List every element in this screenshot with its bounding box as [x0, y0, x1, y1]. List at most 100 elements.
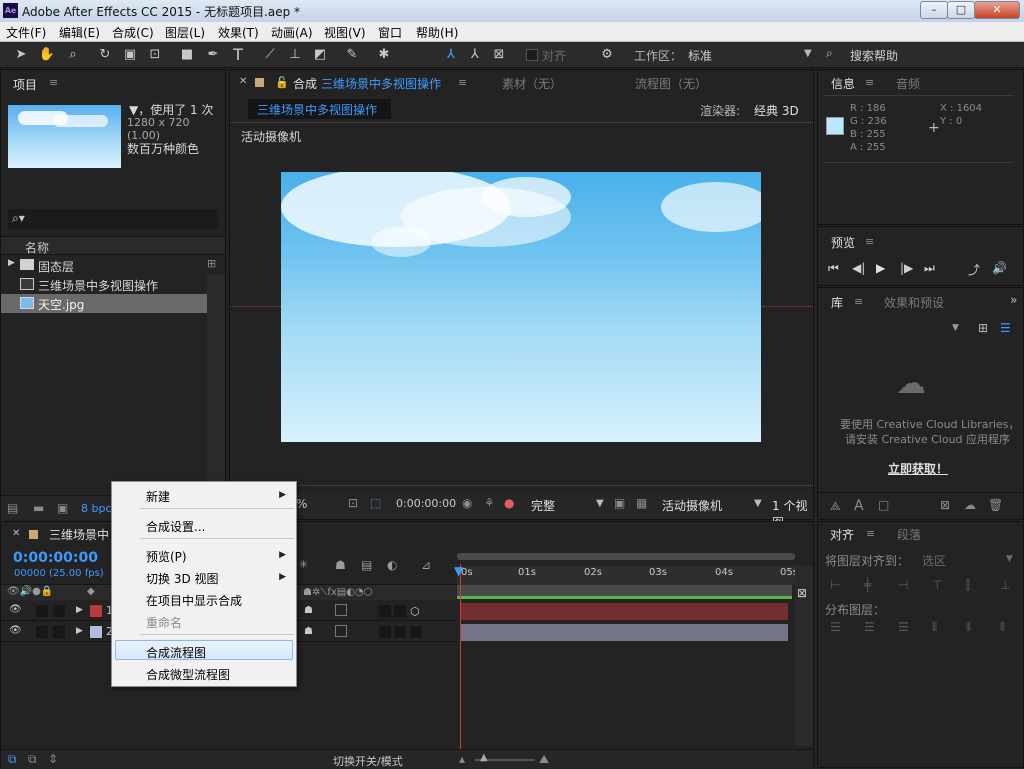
menu-edit[interactable]: 编辑(E) [59, 24, 100, 41]
stock-icon[interactable]: ⊠ [940, 498, 950, 512]
delete-icon[interactable]: 🗑 [988, 498, 1003, 512]
camera-tool-icon[interactable]: ▣ [121, 46, 139, 64]
zoom-slider-thumb[interactable]: ▲ [480, 752, 488, 763]
viewer-timecode[interactable]: 0:00:00:00 [396, 497, 456, 510]
world-axis-icon[interactable]: ⅄ [466, 46, 484, 64]
align-to-select[interactable]: 选区 [922, 552, 946, 569]
clone-stamp-tool-icon[interactable]: ⊥ [286, 46, 304, 64]
close-button[interactable]: ✕ [974, 1, 1020, 19]
last-frame-icon[interactable]: ⏭ [924, 261, 935, 276]
distribute-left-icon[interactable]: ⫴ [932, 620, 937, 635]
local-axis-icon[interactable]: ⅄ [442, 46, 460, 64]
align-left-icon[interactable]: ⊢ [830, 578, 840, 592]
camera-view-select[interactable]: 活动摄像机 [662, 497, 722, 514]
distribute-right-icon[interactable]: ⫴ [1000, 620, 1005, 635]
view-axis-icon[interactable]: ⊠ [490, 46, 508, 64]
transparency-toggle-icon[interactable]: ▦ [636, 496, 647, 510]
type-tool-icon[interactable]: T [229, 46, 247, 64]
distribute-vcenter-icon[interactable]: ☰ [864, 620, 875, 634]
align-hcenter-icon[interactable]: ╪ [864, 578, 871, 592]
current-timecode[interactable]: 0:00:00:00 [13, 550, 98, 566]
tab-align[interactable]: 对齐 [830, 526, 854, 543]
3d-layer-icon[interactable]: ⬡ [410, 605, 420, 618]
tab-project[interactable]: 项目 [13, 76, 37, 93]
zoom-tool-icon[interactable]: ⌕ [64, 46, 82, 64]
next-frame-icon[interactable]: |▶ [900, 261, 913, 275]
previous-frame-icon[interactable]: ◀| [852, 261, 865, 275]
time-ruler[interactable]: 0s 01s 02s 03s 04s 05s [457, 566, 798, 585]
snapshot-icon[interactable]: ◉ [462, 496, 472, 510]
rectangle-tool-icon[interactable]: ■ [178, 46, 196, 64]
workspace-chevron-down-icon[interactable]: ▼ [804, 48, 812, 59]
distribute-hcenter-icon[interactable]: ⫴ [966, 620, 971, 635]
project-scrollbar[interactable] [207, 275, 225, 495]
context-menu-comp-flowchart[interactable]: 合成流程图 [146, 644, 206, 661]
tab-audio[interactable]: 音频 [896, 75, 920, 92]
align-top-icon[interactable]: ⊤ [932, 578, 942, 592]
show-snapshot-icon[interactable]: ⚘ [484, 496, 495, 510]
panel-menu-icon[interactable]: ≡ [854, 295, 863, 308]
search-help-input[interactable]: 搜索帮助 [850, 47, 898, 64]
render-range-bar[interactable] [457, 585, 792, 599]
solo-toggle[interactable] [36, 605, 48, 617]
pen-tool-icon[interactable]: ✒ [204, 46, 222, 64]
transparency-grid-icon[interactable]: ⬚ [370, 496, 381, 510]
project-item-folder[interactable]: ▶ 固态层 [1, 256, 207, 275]
motion-blur-switch[interactable] [379, 626, 391, 638]
panel-menu-icon[interactable]: ≡ [49, 76, 58, 89]
list-view-icon[interactable]: ☰ [1000, 321, 1011, 335]
chevron-down-icon[interactable]: ▼ [754, 498, 762, 509]
workspace-select[interactable]: 标准 [688, 47, 712, 64]
lock-icon[interactable]: 🔓 [275, 76, 289, 89]
puppet-tool-icon[interactable]: ✱ [375, 46, 393, 64]
tab-library[interactable]: 库 [831, 294, 843, 311]
column-header[interactable]: 名称 [1, 236, 225, 255]
tab-preview[interactable]: 预览 [831, 234, 855, 251]
snapping-checkbox[interactable] [526, 49, 538, 61]
tab-flowchart[interactable]: 流程图（无） [635, 75, 707, 92]
menu-view[interactable]: 视图(V) [324, 24, 366, 41]
adjustment-switch[interactable] [394, 605, 406, 617]
tab-composition-name[interactable]: 三维场景中多视图操作 [321, 75, 441, 92]
menu-window[interactable]: 窗口 [378, 24, 402, 41]
new-composition-icon[interactable]: ▣ [57, 501, 68, 515]
menu-help[interactable]: 帮助(H) [416, 24, 458, 41]
project-search-input[interactable]: ⌕▾ [8, 209, 218, 229]
project-item-footage[interactable]: 天空.jpg [1, 294, 207, 313]
menu-animation[interactable]: 动画(A) [271, 24, 313, 41]
hand-tool-icon[interactable]: ✋ [38, 46, 56, 64]
shy-layers-icon[interactable]: ☗ [335, 558, 346, 572]
3d-layer-switch[interactable] [410, 626, 422, 638]
renderer-select[interactable]: 经典 3D [754, 102, 799, 119]
get-it-now-link[interactable]: 立即获取！ [888, 460, 948, 477]
context-menu-comp-mini-flowchart[interactable]: 合成微型流程图 [146, 666, 230, 683]
distribute-bottom-icon[interactable]: ☰ [898, 620, 909, 634]
visibility-icon[interactable]: 👁 [9, 604, 22, 615]
panel-menu-icon[interactable]: ≡ [866, 527, 875, 540]
selection-tool-icon[interactable]: ➤ [12, 46, 30, 64]
mute-audio-icon[interactable]: 🔊 [992, 261, 1007, 275]
shy-switch-icon[interactable]: ☗ [304, 626, 313, 637]
work-area-bar[interactable] [457, 553, 795, 560]
menu-layer[interactable]: 图层(L) [165, 24, 205, 41]
tab-footage[interactable]: 素材（无） [502, 75, 562, 92]
expand-arrow-icon[interactable]: ▶ [76, 605, 83, 615]
roto-brush-tool-icon[interactable]: ✎ [343, 46, 361, 64]
layer-bar[interactable] [460, 603, 788, 620]
interpret-footage-icon[interactable]: ▤ [7, 501, 18, 515]
channel-icon[interactable]: ● [504, 496, 514, 510]
expand-arrow-icon[interactable]: ▶ [76, 626, 83, 636]
close-tab-icon[interactable]: ✕ [239, 76, 247, 87]
menu-composition[interactable]: 合成(C) [112, 24, 154, 41]
adjustment-switch[interactable] [394, 626, 406, 638]
context-menu-new[interactable]: 新建 [146, 488, 170, 505]
project-item-composition[interactable]: 三维场景中多视图操作 [1, 275, 207, 294]
lock-toggle[interactable] [53, 626, 65, 638]
shy-switch-icon[interactable]: ☗ [304, 605, 313, 616]
layer-color-label[interactable] [90, 605, 102, 617]
tab-composition-prefix[interactable]: 合成 [293, 75, 317, 92]
region-of-interest-icon[interactable]: ⊡ [348, 496, 358, 510]
chevron-down-icon[interactable]: ▼ [1006, 554, 1013, 564]
align-right-icon[interactable]: ⊣ [898, 578, 908, 592]
expand-arrow-icon[interactable]: ▶ [8, 258, 15, 268]
